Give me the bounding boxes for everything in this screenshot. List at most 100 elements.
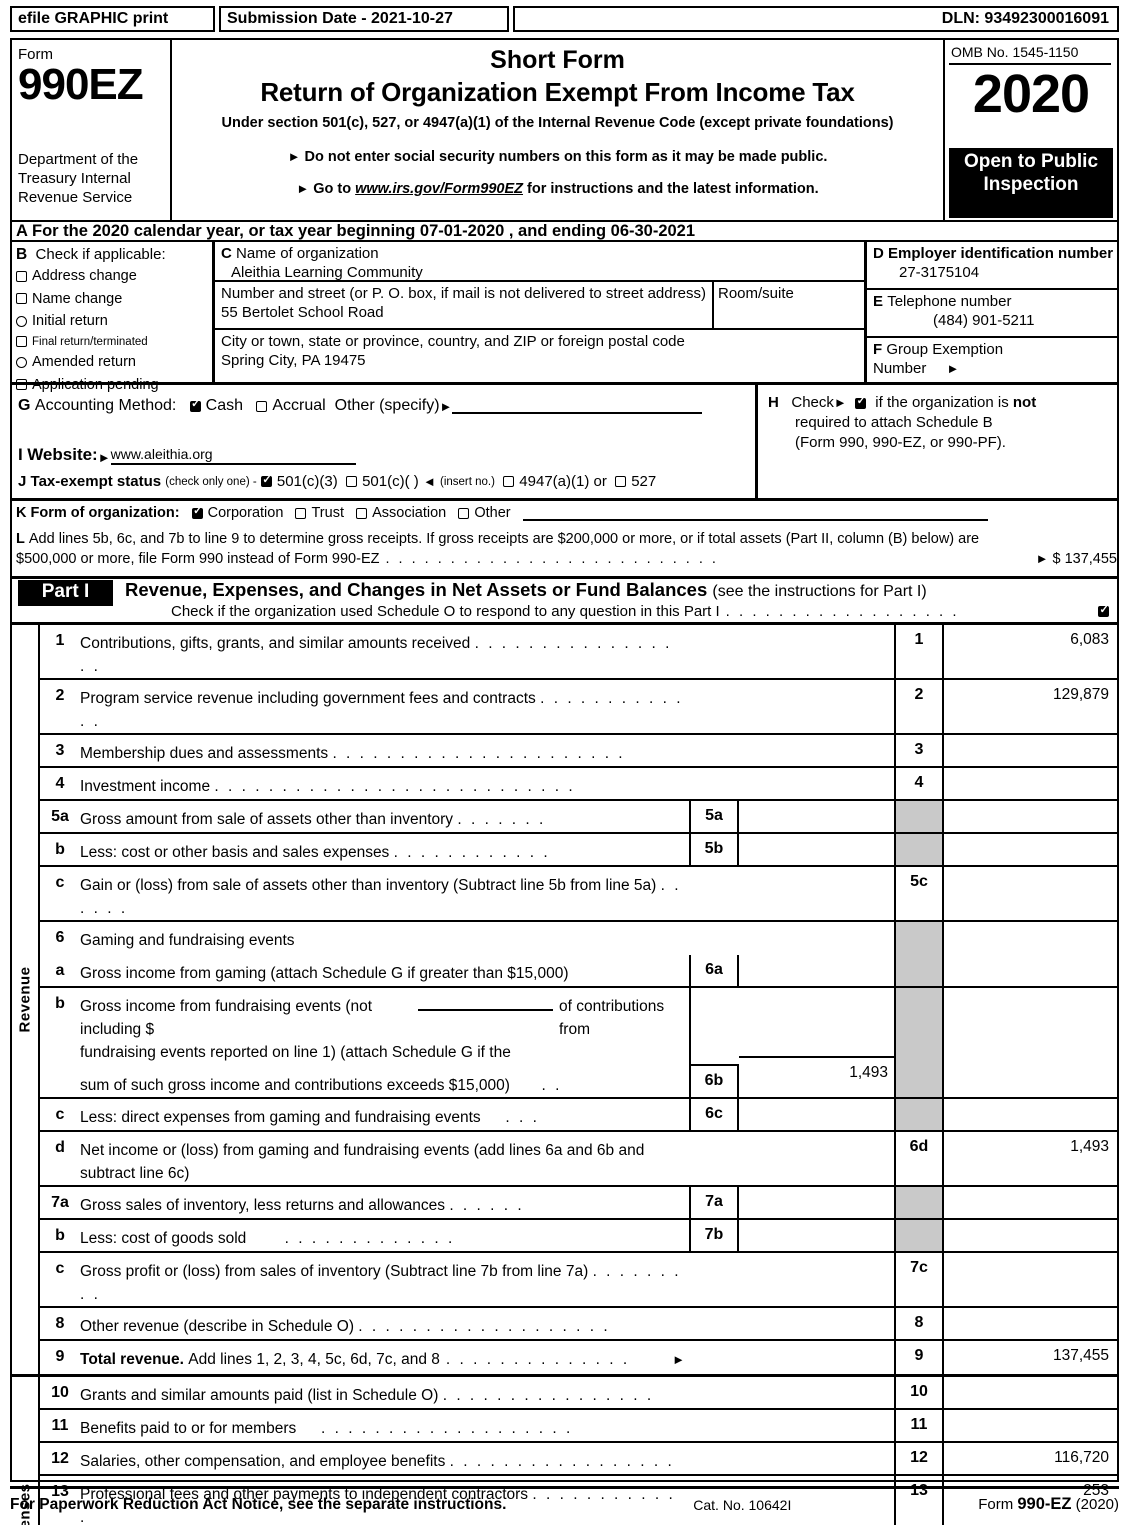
row-amount[interactable]: 137,455 xyxy=(942,1341,1117,1374)
street-label: Number and street (or P. O. box, if mail… xyxy=(221,285,706,302)
row-mid-key: 7b xyxy=(691,1220,739,1251)
group-exemption-label: Group Exemption xyxy=(886,341,1004,358)
group-exemption-number-line: Number ► xyxy=(873,359,1117,378)
checkbox-amended-return[interactable]: Amended return xyxy=(16,354,212,370)
row-mid-amount[interactable]: 1,493 xyxy=(739,1056,894,1097)
website-value[interactable]: www.aleithia.org xyxy=(110,446,356,465)
row-desc-line3: sum of such gross income and contributio… xyxy=(80,1074,685,1097)
table-row-7a: 7a Gross sales of inventory, less return… xyxy=(40,1187,1117,1220)
row-number: b xyxy=(55,995,65,1012)
form-identity-block: Form 990EZ Department of the Treasury In… xyxy=(12,40,172,220)
row-description: Membership dues and assessments . . . . … xyxy=(80,735,689,766)
checkbox-icon[interactable] xyxy=(16,356,27,368)
checkbox-icon-527[interactable] xyxy=(615,476,627,487)
row-description-text: Benefits paid to or for members xyxy=(80,1420,297,1437)
row-number: 1 xyxy=(55,632,65,649)
association-label: Association xyxy=(372,505,447,521)
checkbox-icon-501c[interactable] xyxy=(346,476,358,487)
row-description-text: Gaming and fundraising events xyxy=(80,932,295,949)
row-mid-key: 7a xyxy=(691,1187,739,1218)
omb-year-block: OMB No. 1545-1150 2020 Open to Public In… xyxy=(945,40,1117,220)
row-description: Less: direct expenses from gaming and fu… xyxy=(80,1099,689,1130)
checkbox-icon-cash[interactable] xyxy=(189,398,201,412)
row-description: Other revenue (describe in Schedule O) .… xyxy=(80,1308,689,1339)
notice-no-ssn: ► Do not enter social security numbers o… xyxy=(172,149,943,165)
website-row: I Website: ► www.aleithia.org xyxy=(18,445,356,465)
row-amount[interactable]: 6,083 xyxy=(942,625,1117,678)
title-short-form: Short Form xyxy=(490,46,625,74)
row-key: 7c xyxy=(894,1253,942,1306)
checkbox-final-return-terminated[interactable]: Final return/terminated xyxy=(16,336,212,348)
other-specify-input[interactable] xyxy=(452,398,703,414)
checkbox-icon-corporation[interactable] xyxy=(191,505,203,519)
row-number: b xyxy=(55,841,65,858)
checkbox-icon-schedule-b[interactable] xyxy=(855,395,867,409)
checkbox-icon-accrual[interactable] xyxy=(256,400,268,412)
section-g-i-j: G Accounting Method: Cash Accrual Other … xyxy=(12,385,755,498)
row-amount[interactable]: 1,493 xyxy=(942,1132,1117,1185)
form-990ez-page: efile GRAPHIC print Submission Date - 20… xyxy=(0,0,1129,1525)
row-amount[interactable] xyxy=(942,768,1117,799)
row-amount[interactable] xyxy=(942,867,1117,920)
checkbox-icon-501c3[interactable] xyxy=(260,474,272,487)
row-description-text: Salaries, other compensation, and employ… xyxy=(80,1453,446,1470)
row-mid-amount[interactable] xyxy=(739,834,894,865)
row-amount[interactable]: 129,879 xyxy=(942,680,1117,733)
checkbox-icon-association[interactable] xyxy=(356,507,368,519)
row-description: Benefits paid to or for members . . . . … xyxy=(80,1410,689,1441)
row-spacer xyxy=(689,1377,894,1408)
checkbox-icon-schedule-o[interactable] xyxy=(1098,604,1109,617)
checkbox-label: Address change xyxy=(32,268,137,284)
street-value[interactable]: 55 Bertolet School Road xyxy=(221,303,712,322)
row-description: Investment income . . . . . . . . . . . … xyxy=(80,768,689,799)
row-mid-amount[interactable] xyxy=(739,955,894,986)
org-name-value[interactable]: Aleithia Learning Community xyxy=(221,263,864,282)
ein-value[interactable]: 27-3175104 xyxy=(873,263,1117,282)
checkbox-name-change[interactable]: Name change xyxy=(16,291,212,307)
row-amount[interactable]: 116,720 xyxy=(942,1443,1117,1474)
row-mid-amount[interactable] xyxy=(739,1187,894,1218)
table-row-5a: 5a Gross amount from sale of assets othe… xyxy=(40,801,1117,834)
row-description: Gross profit or (loss) from sales of inv… xyxy=(80,1253,689,1306)
form-of-organization-label: Form of organization: xyxy=(30,505,180,521)
checkbox-icon[interactable] xyxy=(16,293,27,304)
contributions-amount-input[interactable] xyxy=(418,995,553,1011)
row-key: 4 xyxy=(894,768,942,799)
row-description-text: Membership dues and assessments xyxy=(80,745,329,762)
row-amount[interactable] xyxy=(942,1377,1117,1408)
checkbox-address-change[interactable]: Address change xyxy=(16,268,212,284)
row-amount xyxy=(942,1187,1117,1218)
checkbox-icon[interactable] xyxy=(16,315,27,327)
row-mid-amount[interactable] xyxy=(739,1220,894,1251)
checkbox-icon-trust[interactable] xyxy=(295,507,307,519)
row-mid-amount[interactable] xyxy=(739,1099,894,1130)
row-amount[interactable] xyxy=(942,1308,1117,1339)
row-amount[interactable] xyxy=(942,1253,1117,1306)
checkbox-initial-return[interactable]: Initial return xyxy=(16,313,212,329)
irs-form-link[interactable]: www.irs.gov/Form990EZ xyxy=(355,181,523,197)
row-amount[interactable] xyxy=(942,735,1117,766)
telephone-value[interactable]: (484) 901-5211 xyxy=(873,311,1117,330)
city-value[interactable]: Spring City, PA 19475 xyxy=(221,351,864,370)
opt-501c3-label: 501(c)(3) xyxy=(276,473,338,490)
checkbox-icon[interactable] xyxy=(16,270,27,282)
table-row-6b: b Gross income from fundraising events (… xyxy=(40,988,1117,1099)
row-description: Gross income from gaming (attach Schedul… xyxy=(80,955,689,986)
row-mid-key: 5b xyxy=(691,834,739,865)
checkbox-icon-4947a1[interactable] xyxy=(503,476,515,487)
row-mid-amount[interactable] xyxy=(739,801,894,832)
cash-label: Cash xyxy=(205,397,244,414)
row-number: 12 xyxy=(51,1450,69,1467)
checkbox-icon-other[interactable] xyxy=(458,507,470,519)
checkbox-icon[interactable] xyxy=(16,336,27,347)
form-body: Form 990EZ Department of the Treasury In… xyxy=(10,38,1119,1525)
row-mid-key: 5a xyxy=(691,801,739,832)
section-h-text-a: if the organization is xyxy=(875,394,1009,411)
form-of-organization-other-input[interactable] xyxy=(522,505,988,521)
row-amount[interactable] xyxy=(942,1410,1117,1441)
row-description-text: Gross income from gaming (attach Schedul… xyxy=(80,965,569,982)
row-description: Grants and similar amounts paid (list in… xyxy=(80,1377,689,1408)
row-description-text: Contributions, gifts, grants, and simila… xyxy=(80,635,471,652)
street-row: Number and street (or P. O. box, if mail… xyxy=(215,282,864,330)
row-number: 5a xyxy=(51,808,69,825)
